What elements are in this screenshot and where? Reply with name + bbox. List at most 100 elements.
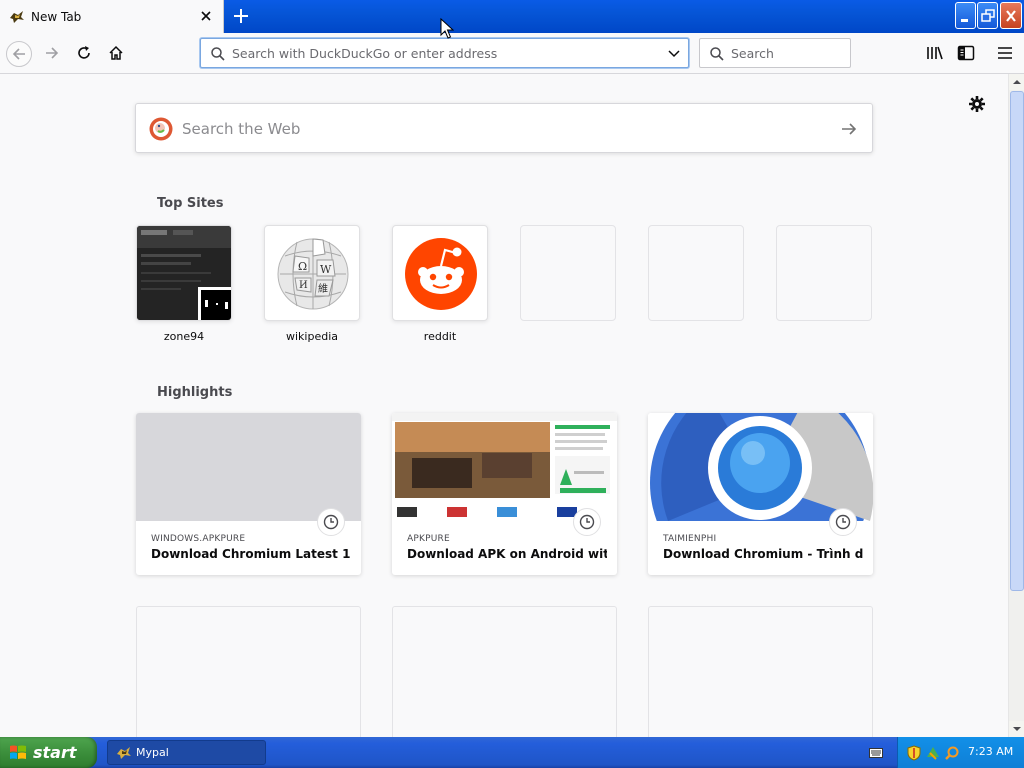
home-button[interactable]	[104, 41, 130, 67]
apkpure-screenshot	[392, 413, 617, 521]
highlights-heading: Highlights	[157, 385, 233, 400]
card-thumbnail	[136, 413, 361, 521]
highlight-card-empty	[392, 606, 617, 737]
scroll-down-button[interactable]	[1009, 721, 1024, 737]
site-label: wikipedia	[285, 330, 338, 343]
duckduckgo-icon	[149, 117, 173, 141]
vertical-scrollbar[interactable]	[1008, 74, 1024, 737]
card-title: Download Chromium - Trình duy...	[663, 547, 863, 561]
history-badge	[829, 508, 857, 536]
new-tab-page: Top Sites zone94	[0, 74, 1008, 737]
scroll-thumb[interactable]	[1010, 91, 1024, 591]
card-title: Download APK on Android with ...	[407, 547, 607, 561]
web-search-box[interactable]	[135, 103, 873, 153]
wikipedia-globe-icon: Ω W И 維	[277, 238, 349, 310]
card-thumbnail	[392, 413, 617, 521]
scroll-up-button[interactable]	[1009, 74, 1024, 90]
reload-icon	[78, 46, 90, 59]
start-label: start	[33, 743, 77, 762]
card-host: TAIMIENPHI	[663, 534, 717, 544]
home-icon	[109, 45, 123, 60]
arrow-right-icon[interactable]	[840, 120, 858, 138]
reddit-icon	[405, 238, 477, 310]
clock-icon	[323, 514, 339, 530]
url-bar[interactable]	[200, 38, 689, 68]
start-button[interactable]: start	[0, 737, 97, 768]
wikipedia-tile: Ω W И 維	[264, 225, 360, 321]
zone94-thumbnail	[136, 225, 232, 321]
highlight-card-empty	[648, 606, 873, 737]
site-label: zone94	[163, 330, 205, 343]
forward-button[interactable]	[40, 41, 66, 67]
search-icon	[211, 47, 225, 61]
restore-button[interactable]	[977, 2, 998, 29]
highlight-card[interactable]: WINDOWS.APKPURE Download Chromium Latest…	[136, 413, 361, 575]
library-icon[interactable]	[925, 43, 945, 63]
task-label: Mypal	[136, 746, 169, 759]
reddit-tile	[392, 225, 488, 321]
new-tab-button[interactable]	[228, 4, 254, 28]
taskbar-item-mypal[interactable]: Mypal	[107, 740, 266, 765]
highlight-card[interactable]: APKPURE Download APK on Android with ...	[392, 413, 617, 575]
svg-text:Ω: Ω	[298, 260, 307, 273]
navigation-toolbar	[0, 33, 1024, 74]
mypal-icon	[10, 10, 24, 23]
card-host: WINDOWS.APKPURE	[151, 534, 246, 544]
card-thumbnail	[648, 413, 873, 521]
svg-text:И: И	[299, 280, 308, 291]
back-arrow-icon	[12, 48, 25, 60]
window-close-button[interactable]	[1000, 2, 1022, 29]
highlight-card[interactable]: TAIMIENPHI Download Chromium - Trình duy…	[648, 413, 873, 575]
chromium-logo-image	[648, 413, 873, 521]
chevron-down-icon[interactable]	[667, 47, 681, 61]
gear-icon[interactable]	[967, 94, 987, 114]
sidebar-icon[interactable]	[956, 43, 976, 63]
search-icon[interactable]	[944, 745, 960, 761]
title-bar: New Tab	[0, 0, 1024, 33]
tab-title: New Tab	[31, 9, 82, 24]
highlight-card-empty	[136, 606, 361, 737]
svg-text:維: 維	[318, 282, 328, 295]
top-site-zone94[interactable]: zone94	[136, 225, 232, 343]
system-tray: 7:23 AM	[897, 737, 1024, 768]
search-input[interactable]	[731, 43, 841, 63]
windows-logo-icon	[10, 745, 26, 759]
plus-icon	[234, 9, 248, 23]
empty-tile	[520, 225, 616, 321]
top-site-empty[interactable]	[520, 225, 616, 321]
empty-tile	[776, 225, 872, 321]
top-site-reddit[interactable]: reddit	[392, 225, 488, 343]
web-search-input[interactable]	[182, 118, 802, 140]
keyboard-icon[interactable]	[869, 747, 883, 759]
top-site-empty[interactable]	[648, 225, 744, 321]
minimize-button[interactable]	[955, 2, 976, 29]
top-site-wikipedia[interactable]: Ω W И 維 wikipedia	[264, 225, 360, 343]
reload-button[interactable]	[72, 41, 98, 67]
mypal-icon	[117, 747, 131, 759]
card-title: Download Chromium Latest 120....	[151, 547, 351, 561]
arrow-down-icon	[1013, 727, 1021, 731]
history-badge	[317, 508, 345, 536]
search-bar[interactable]	[699, 38, 851, 68]
search-icon	[710, 47, 724, 61]
back-button[interactable]	[6, 41, 32, 67]
clock-icon	[835, 514, 851, 530]
close-icon[interactable]	[197, 7, 215, 25]
site-label: reddit	[423, 330, 457, 343]
mouse-cursor-icon	[440, 18, 454, 39]
top-site-empty[interactable]	[776, 225, 872, 321]
forward-arrow-icon	[46, 47, 59, 59]
clock-icon	[579, 514, 595, 530]
arrow-up-icon	[1013, 80, 1021, 84]
network-icon[interactable]	[925, 745, 941, 761]
tab-new-tab[interactable]: New Tab	[0, 0, 224, 33]
minimize-icon	[961, 19, 968, 22]
empty-tile	[648, 225, 744, 321]
top-sites-heading: Top Sites	[157, 196, 224, 211]
card-host: APKPURE	[407, 534, 450, 544]
hamburger-menu-icon[interactable]	[995, 43, 1015, 63]
close-icon	[1006, 10, 1016, 22]
history-badge	[573, 508, 601, 536]
shield-icon[interactable]	[906, 745, 922, 761]
url-input[interactable]	[232, 43, 652, 63]
